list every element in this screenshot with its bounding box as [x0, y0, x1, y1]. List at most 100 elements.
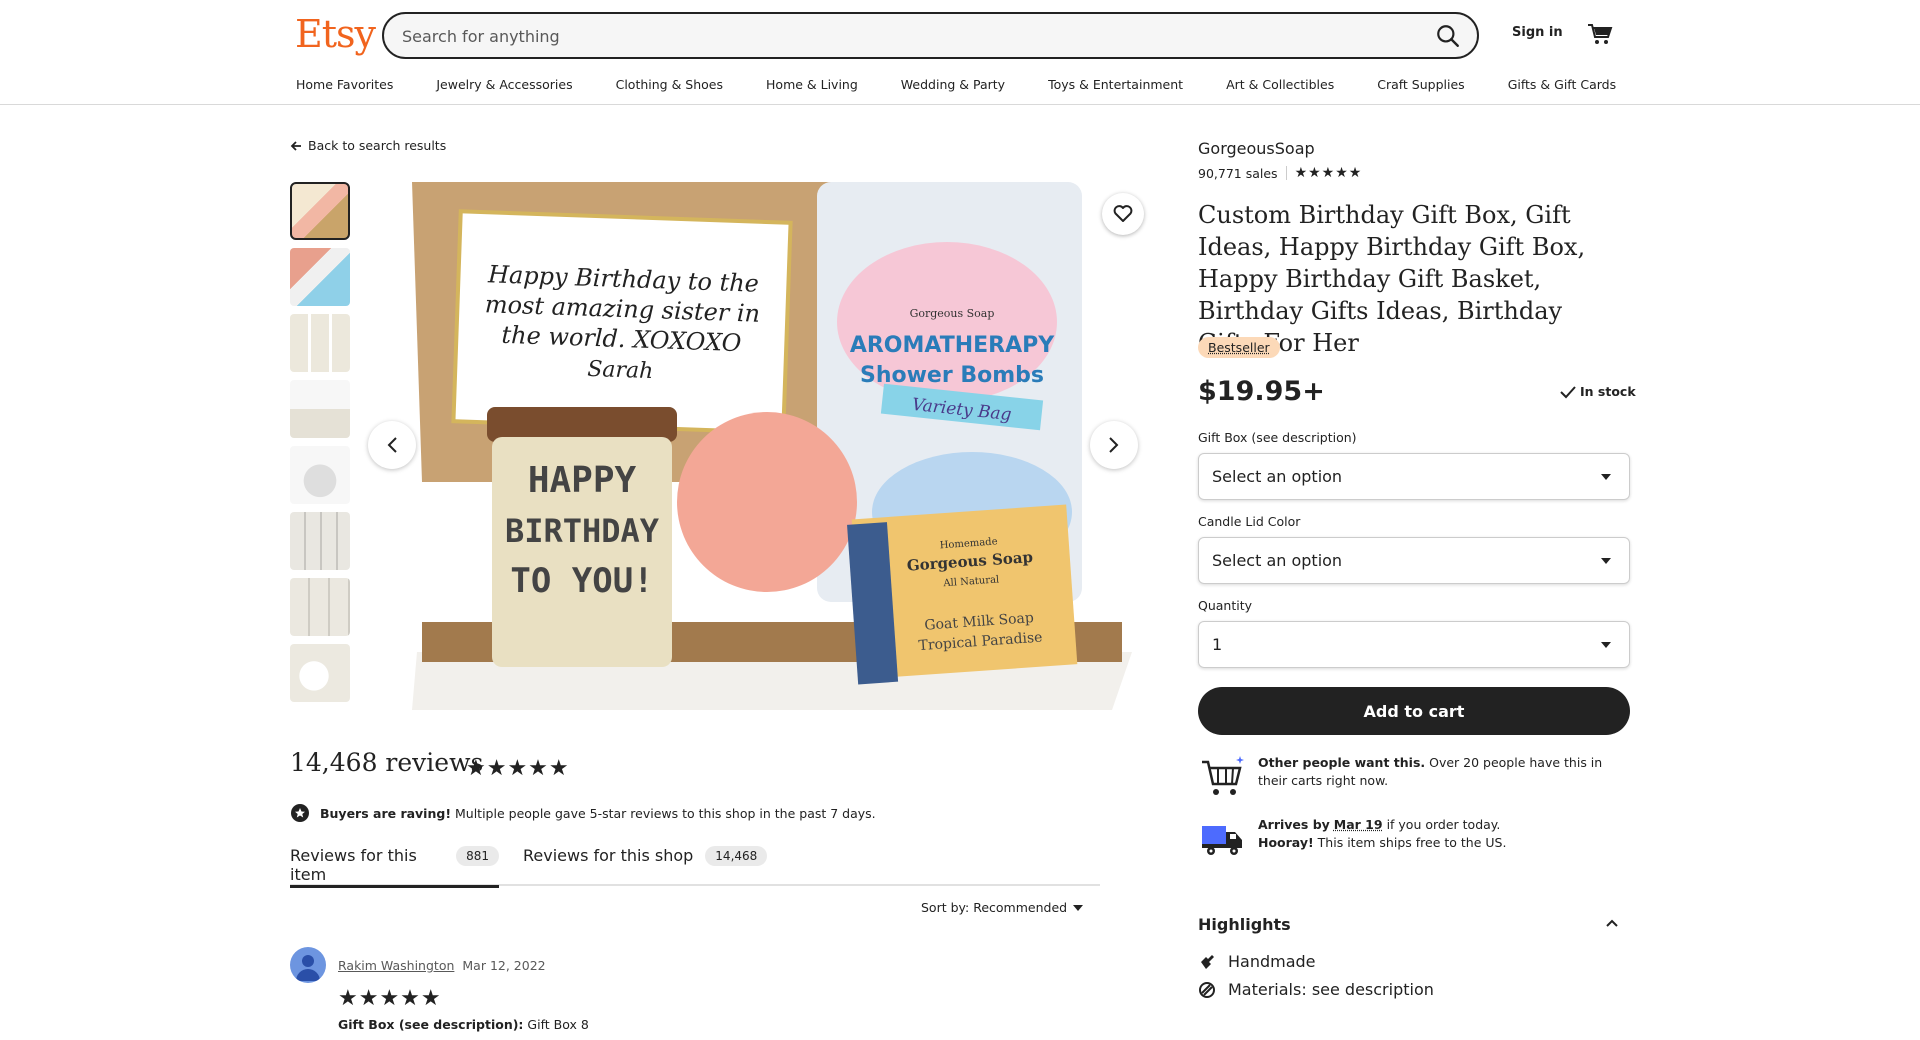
add-to-cart-button[interactable]: Add to cart	[1198, 687, 1630, 735]
gift-box-select[interactable]: Select an option	[1198, 453, 1630, 500]
quantity-label: Quantity	[1198, 598, 1253, 613]
back-label: Back to search results	[308, 138, 447, 153]
nav-item-toys[interactable]: Toys & Entertainment	[1048, 77, 1183, 95]
cart-icon[interactable]	[1587, 22, 1613, 46]
highlight-handmade: Handmade	[1198, 952, 1316, 971]
review-meta: Rakim Washington Mar 12, 2022	[338, 958, 546, 973]
thumbnail[interactable]	[290, 380, 350, 438]
back-to-results-link[interactable]: Back to search results	[290, 138, 446, 153]
thumbnail[interactable]	[290, 578, 350, 636]
hand-icon	[1201, 954, 1214, 969]
tab-reviews-shop[interactable]: Reviews for this shop 14,468	[523, 846, 768, 886]
reviews-stars: ★★★★★	[466, 756, 570, 781]
next-image-button[interactable]	[1090, 421, 1138, 469]
card-line: Sarah	[587, 357, 654, 384]
chevron-left-icon	[387, 437, 397, 453]
select-value: Select an option	[1212, 467, 1343, 486]
raving-body: Multiple people gave 5-star reviews to t…	[451, 805, 876, 821]
site-header: Etsy Sign in Home Favorites Jewelry & Ac…	[0, 0, 1920, 105]
raving-text: Buyers are raving! Multiple people gave …	[320, 806, 876, 821]
nav-item-home-favorites[interactable]: Home Favorites	[296, 77, 393, 95]
demand-text: Other people want this. Over 20 people h…	[1258, 754, 1618, 790]
highlights-title: Highlights	[1198, 915, 1291, 934]
product-image[interactable]: Happy Birthday to the most amazing siste…	[412, 182, 1145, 710]
raving-bold: Buyers are raving!	[320, 805, 452, 821]
gift-box-label: Gift Box (see description)	[1198, 430, 1357, 445]
bag-brand: Gorgeous Soap	[910, 307, 995, 320]
tab-reviews-item[interactable]: Reviews for this item 881	[290, 846, 499, 888]
thumbnail[interactable]	[290, 314, 350, 372]
gift-box-photo: Happy Birthday to the most amazing siste…	[412, 182, 1145, 710]
stock-status: In stock	[1560, 384, 1636, 399]
highlights-header[interactable]: Highlights	[1198, 915, 1630, 934]
prev-image-button[interactable]	[368, 421, 416, 469]
search-bar[interactable]	[382, 12, 1479, 59]
product-title: Custom Birthday Gift Box, Gift Ideas, Ha…	[1198, 201, 1586, 357]
nav-item-craft[interactable]: Craft Supplies	[1377, 77, 1464, 95]
arrives-bold: Arrives by	[1258, 817, 1330, 832]
review-tabs: Reviews for this item 881 Reviews for th…	[290, 846, 1100, 888]
caret-down-icon	[1073, 904, 1084, 911]
thumbnail[interactable]	[290, 512, 350, 570]
quantity-select[interactable]: 1	[1198, 621, 1630, 668]
hooray-bold: Hooray!	[1258, 835, 1314, 850]
arrives-body: if you order today.	[1382, 817, 1501, 832]
search-icon[interactable]	[1435, 23, 1461, 49]
thumbnail[interactable]	[290, 248, 350, 306]
thumbnail[interactable]	[290, 446, 350, 504]
nav-item-wedding[interactable]: Wedding & Party	[901, 77, 1005, 95]
select-value: 1	[1212, 635, 1223, 654]
nav-item-home-living[interactable]: Home & Living	[766, 77, 858, 95]
thumbnail[interactable]	[290, 644, 350, 702]
avatar[interactable]	[290, 947, 326, 983]
highlight-label: Materials: see description	[1228, 980, 1434, 999]
raving-notice: Buyers are raving! Multiple people gave …	[290, 803, 876, 823]
candle-lid-label: Candle Lid Color	[1198, 514, 1301, 529]
favorite-button[interactable]	[1102, 193, 1144, 235]
candle-line: BIRTHDAY	[505, 512, 660, 550]
highlight-materials: Materials: see description	[1198, 980, 1434, 999]
bag-title: AROMATHERAPY	[850, 333, 1055, 358]
candle-lid-select[interactable]: Select an option	[1198, 537, 1630, 584]
candle-line: TO YOU!	[510, 561, 653, 601]
arrives-date[interactable]: Mar 19	[1334, 817, 1383, 832]
sort-label: Sort by: Recommended	[921, 900, 1068, 915]
caret-down-icon	[1601, 558, 1611, 564]
user-icon	[296, 955, 320, 981]
badge-label: Bestseller	[1208, 340, 1270, 355]
chevron-up-icon	[1606, 919, 1618, 927]
heart-icon	[1113, 205, 1133, 222]
cart-demand-icon	[1202, 756, 1244, 795]
search-input[interactable]	[402, 24, 1382, 48]
category-nav: Home Favorites Jewelry & Accessories Clo…	[296, 77, 1616, 95]
shop-stars: ★★★★★	[1294, 165, 1363, 181]
thumbnail[interactable]	[290, 182, 350, 240]
etsy-logo[interactable]: Etsy	[295, 12, 376, 56]
reviewer-name[interactable]: Rakim Washington	[338, 958, 454, 973]
nav-item-gifts[interactable]: Gifts & Gift Cards	[1508, 77, 1616, 95]
candle-line: HAPPY	[528, 460, 637, 501]
caret-down-icon	[1601, 474, 1611, 480]
nav-item-clothing[interactable]: Clothing & Shoes	[616, 77, 723, 95]
caret-down-icon	[1601, 642, 1611, 648]
review-option-value: Gift Box 8	[523, 1017, 589, 1032]
review-option-label: Gift Box (see description):	[338, 1017, 524, 1032]
demand-bold: Other people want this.	[1258, 755, 1426, 770]
delivery-text: Arrives by Mar 19 if you order today. Ho…	[1258, 816, 1618, 852]
sort-dropdown[interactable]: Sort by: Recommended	[921, 900, 1084, 915]
tab-label: Reviews for this shop	[523, 846, 694, 865]
review-date: Mar 12, 2022	[462, 958, 546, 973]
shop-name[interactable]: GorgeousSoap	[1198, 139, 1315, 158]
bestseller-badge[interactable]: Bestseller	[1198, 337, 1280, 358]
stock-label: In stock	[1580, 384, 1636, 399]
shop-sales: 90,771 sales ★★★★★	[1198, 165, 1362, 181]
chevron-right-icon	[1109, 437, 1119, 453]
tab-count: 14,468	[705, 846, 768, 866]
divider	[1285, 166, 1287, 180]
star-badge-icon	[291, 804, 309, 822]
nav-item-jewelry[interactable]: Jewelry & Accessories	[436, 77, 572, 95]
sign-in-link[interactable]: Sign in	[1512, 25, 1563, 40]
tab-count: 881	[456, 846, 499, 866]
tab-label: Reviews for this item	[290, 846, 417, 884]
nav-item-art[interactable]: Art & Collectibles	[1226, 77, 1334, 95]
